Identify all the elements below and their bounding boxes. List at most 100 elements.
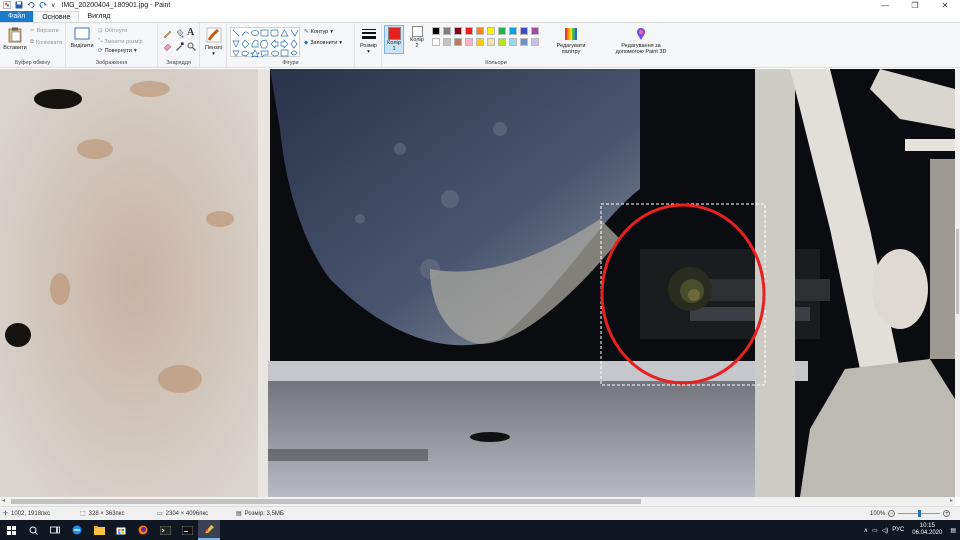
save-icon[interactable] bbox=[15, 1, 23, 11]
language-indicator[interactable]: РУС bbox=[892, 527, 904, 533]
minimize-button[interactable]: — bbox=[870, 0, 900, 11]
color-picker-icon[interactable] bbox=[175, 42, 184, 53]
crop-icon: ⊡ bbox=[98, 28, 103, 34]
crop-label: Обітнути bbox=[104, 28, 128, 34]
palette-swatch[interactable] bbox=[531, 38, 539, 46]
eraser-icon[interactable] bbox=[163, 42, 172, 53]
cursor-position-text: 1002, 1918пкс bbox=[11, 510, 51, 517]
palette-swatch[interactable] bbox=[498, 27, 506, 35]
paint-taskbar-icon[interactable] bbox=[198, 520, 220, 540]
command-prompt-icon[interactable] bbox=[176, 520, 198, 540]
vertical-scroll-thumb[interactable] bbox=[956, 229, 959, 314]
clipboard-group-label: Буфер обміну bbox=[14, 60, 51, 66]
scroll-right-icon[interactable]: ▸ bbox=[950, 497, 953, 504]
network-icon[interactable]: ▭ bbox=[872, 527, 878, 534]
redo-icon[interactable] bbox=[39, 1, 47, 11]
shapes-gallery[interactable] bbox=[230, 27, 300, 58]
crosshair-icon: ✛ bbox=[3, 511, 9, 517]
edit-with-paint3d-button[interactable]: Редагування за допомогою Paint 3D bbox=[612, 27, 670, 55]
palette-swatch[interactable] bbox=[465, 27, 473, 35]
task-view-icon[interactable] bbox=[44, 520, 66, 540]
scroll-left-icon[interactable]: ◂ bbox=[2, 497, 5, 504]
palette-swatch[interactable] bbox=[465, 38, 473, 46]
color2-swatch bbox=[411, 26, 423, 37]
start-button[interactable] bbox=[0, 520, 22, 540]
notifications-icon[interactable]: ▤ bbox=[950, 527, 956, 534]
zoom-in-icon[interactable]: + bbox=[943, 510, 951, 517]
paste-button[interactable]: Вставити bbox=[3, 27, 27, 51]
palette-swatch[interactable] bbox=[454, 27, 462, 35]
palette-swatch[interactable] bbox=[531, 27, 539, 35]
crop-button[interactable]: ⊡ Обітнути bbox=[98, 28, 127, 34]
palette-swatch[interactable] bbox=[476, 27, 484, 35]
rotate-button[interactable]: ⟳ Повернути ▾ bbox=[98, 48, 137, 54]
fill-bucket-icon[interactable] bbox=[175, 29, 184, 40]
clock[interactable]: 10:15 06.04.2020 bbox=[912, 523, 942, 537]
outline-dropdown[interactable]: ✎ Контур ▾ bbox=[304, 29, 333, 35]
color1-button[interactable]: Колір 1 bbox=[384, 25, 404, 54]
firefox-icon[interactable] bbox=[132, 520, 154, 540]
cursor-position: ✛ 1002, 1918пкс bbox=[3, 510, 51, 518]
search-icon[interactable] bbox=[22, 520, 44, 540]
color2-button[interactable]: Колір 2 bbox=[407, 26, 427, 49]
resize-icon: ⤡ bbox=[98, 38, 103, 44]
store-icon[interactable] bbox=[110, 520, 132, 540]
fill-icon: ◆ bbox=[304, 40, 309, 46]
palette-swatch[interactable] bbox=[487, 38, 495, 46]
colors-group: Колір 1 Колір 2 Редагувати палітру Кольо… bbox=[382, 23, 610, 67]
zoom-level: 100% bbox=[870, 510, 886, 517]
maximize-button[interactable]: ❐ bbox=[900, 0, 930, 11]
horizontal-scroll-thumb[interactable] bbox=[11, 499, 641, 504]
edge-browser-icon[interactable] bbox=[66, 520, 88, 540]
palette-swatch[interactable] bbox=[498, 38, 506, 46]
tab-home[interactable]: Основне bbox=[33, 11, 80, 22]
magnifier-icon[interactable] bbox=[187, 42, 196, 53]
fill-dropdown[interactable]: ◆ Заповнити ▾ bbox=[304, 40, 342, 46]
resize-button[interactable]: ⤡ Змінити розмір bbox=[98, 38, 143, 45]
palette-swatch[interactable] bbox=[454, 38, 462, 46]
zoom-slider-thumb[interactable] bbox=[918, 510, 922, 517]
cut-button[interactable]: ✂ Вирізати bbox=[30, 28, 59, 34]
size-button[interactable]: Розмір ▾ bbox=[357, 27, 380, 55]
close-button[interactable]: ✕ bbox=[930, 0, 960, 11]
palette-swatch[interactable] bbox=[509, 38, 517, 46]
customize-quick-access-dropdown[interactable]: ∨ bbox=[51, 2, 55, 9]
palette-swatch[interactable] bbox=[432, 38, 440, 46]
chevron-up-icon[interactable]: ∧ bbox=[864, 527, 868, 534]
file-explorer-icon[interactable] bbox=[88, 520, 110, 540]
edit-palette-label: Редагувати палітру bbox=[556, 43, 586, 55]
palette-swatch[interactable] bbox=[487, 27, 495, 35]
chevron-down-icon: ▾ bbox=[339, 40, 343, 46]
text-tool-icon[interactable]: A bbox=[187, 27, 194, 38]
palette-swatch[interactable] bbox=[476, 38, 484, 46]
palette-swatch[interactable] bbox=[520, 27, 528, 35]
tab-file[interactable]: Файл bbox=[0, 11, 34, 22]
zoom-out-icon[interactable]: − bbox=[888, 510, 896, 517]
selection-size: ⬚ 328 × 363пкс bbox=[80, 510, 124, 518]
zoom-slider[interactable] bbox=[898, 510, 941, 517]
palette-swatch[interactable] bbox=[520, 38, 528, 46]
brushes-button[interactable]: Пензлі ▾ bbox=[202, 27, 225, 57]
terminal-icon[interactable] bbox=[154, 520, 176, 540]
copy-icon: ⧉ bbox=[30, 39, 34, 45]
outline-icon: ✎ bbox=[304, 29, 309, 35]
horizontal-scrollbar[interactable]: ◂ ▸ bbox=[0, 497, 955, 506]
palette-swatch[interactable] bbox=[443, 27, 451, 35]
status-bar: ✛ 1002, 1918пкс ⬚ 328 × 363пкс ▭ 2304 × 409… bbox=[0, 506, 960, 520]
palette-swatch[interactable] bbox=[443, 38, 451, 46]
edit-palette-button[interactable]: Редагувати палітру bbox=[554, 27, 588, 55]
quick-access-toolbar: ∨ bbox=[0, 0, 55, 11]
copy-button[interactable]: ⧉ Копіювати bbox=[30, 39, 62, 46]
tab-view[interactable]: Вигляд bbox=[79, 11, 118, 22]
volume-icon[interactable]: ◁) bbox=[882, 527, 889, 534]
palette-swatch[interactable] bbox=[509, 27, 517, 35]
canvas-area[interactable] bbox=[0, 69, 955, 497]
pencil-icon[interactable] bbox=[163, 29, 172, 40]
zoom-controls: 100% − + bbox=[870, 510, 951, 517]
vertical-scrollbar[interactable] bbox=[955, 69, 960, 497]
ribbon: Вставити ✂ Вирізати ⧉ Копіювати Буфер обмі… bbox=[0, 22, 960, 68]
palette-swatch[interactable] bbox=[432, 27, 440, 35]
select-button[interactable]: Виділити bbox=[69, 27, 95, 49]
ribbon-tabs: Файл Основне Вигляд bbox=[0, 11, 960, 22]
undo-icon[interactable] bbox=[27, 1, 35, 11]
